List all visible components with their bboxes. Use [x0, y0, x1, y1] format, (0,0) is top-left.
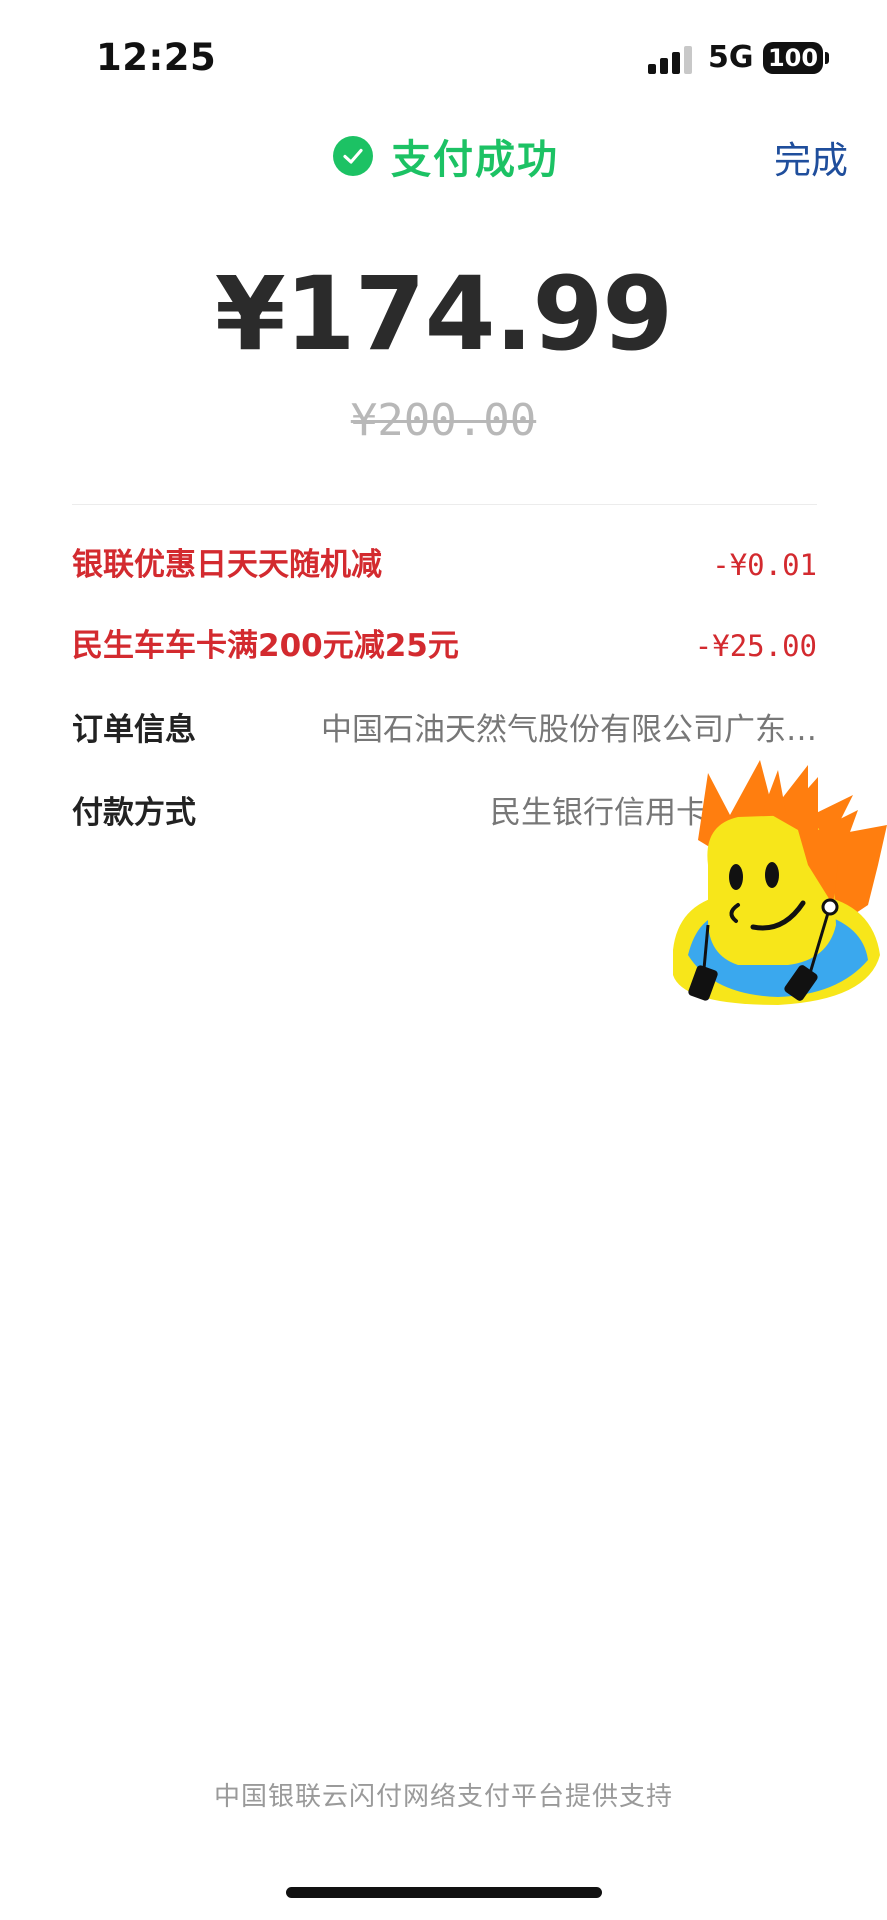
status-time: 12:25 — [96, 36, 217, 79]
order-info-value: 中国石油天然气股份有限公司广东… — [321, 712, 817, 748]
divider — [72, 504, 817, 505]
footer-support-text: 中国银联云闪付网络支付平台提供支持 — [213, 1782, 673, 1812]
discount-row: 银联优惠日天天随机减 -¥0.01 — [72, 540, 817, 590]
discount-label: 民生车车卡满200元减25元 — [72, 628, 459, 664]
discount-row: 民生车车卡满200元减25元 -¥25.00 — [72, 621, 817, 671]
battery-tip — [825, 52, 829, 64]
network-type: 5G — [708, 40, 754, 75]
result-header: 支付成功 完成 — [0, 120, 887, 192]
payment-method-label: 付款方式 — [72, 795, 196, 831]
home-indicator[interactable] — [286, 1887, 602, 1898]
signal-icon — [648, 46, 696, 74]
order-info-label: 订单信息 — [72, 712, 196, 748]
paid-amount: ¥174.99 — [214, 255, 674, 374]
original-amount: ¥200.00 — [350, 395, 537, 446]
done-button[interactable]: 完成 — [774, 130, 848, 184]
payment-status: 支付成功 — [333, 128, 559, 184]
cartoon-sticker — [673, 760, 887, 1005]
battery-icon: 100 — [763, 42, 823, 74]
discount-value: -¥0.01 — [712, 548, 817, 582]
check-circle-icon — [333, 136, 373, 176]
discount-value: -¥25.00 — [694, 629, 817, 663]
order-info-row[interactable]: 订单信息 中国石油天然气股份有限公司广东… — [72, 705, 817, 755]
payment-status-text: 支付成功 — [391, 137, 559, 183]
discount-label: 银联优惠日天天随机减 — [72, 547, 382, 583]
status-bar: 12:25 5G 100 — [0, 0, 887, 110]
